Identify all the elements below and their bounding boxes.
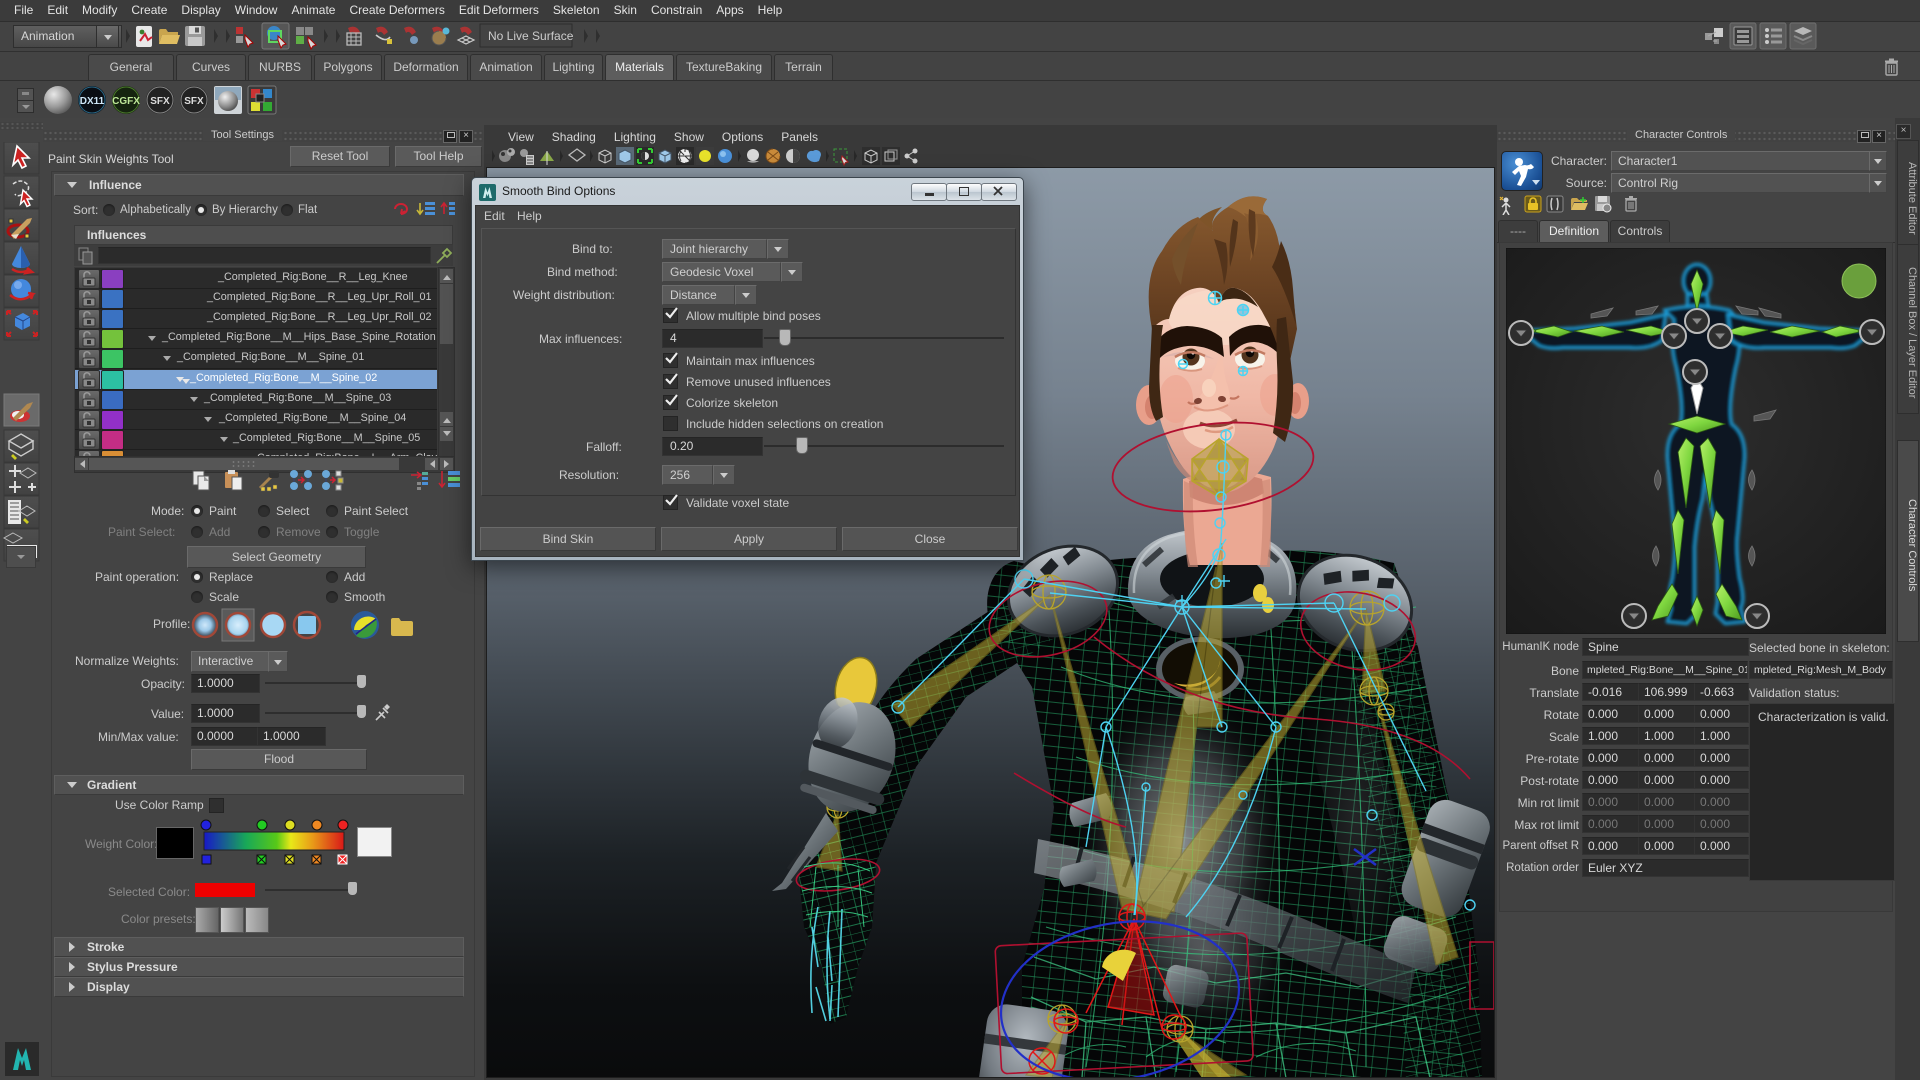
svg-text:SFX: SFX	[150, 96, 170, 107]
svg-text:SFX: SFX	[184, 96, 204, 107]
svg-text:CGFX: CGFX	[112, 96, 140, 107]
svg-text:No Live Surface: No Live Surface	[488, 29, 574, 43]
svg-text:DX11: DX11	[80, 96, 105, 107]
